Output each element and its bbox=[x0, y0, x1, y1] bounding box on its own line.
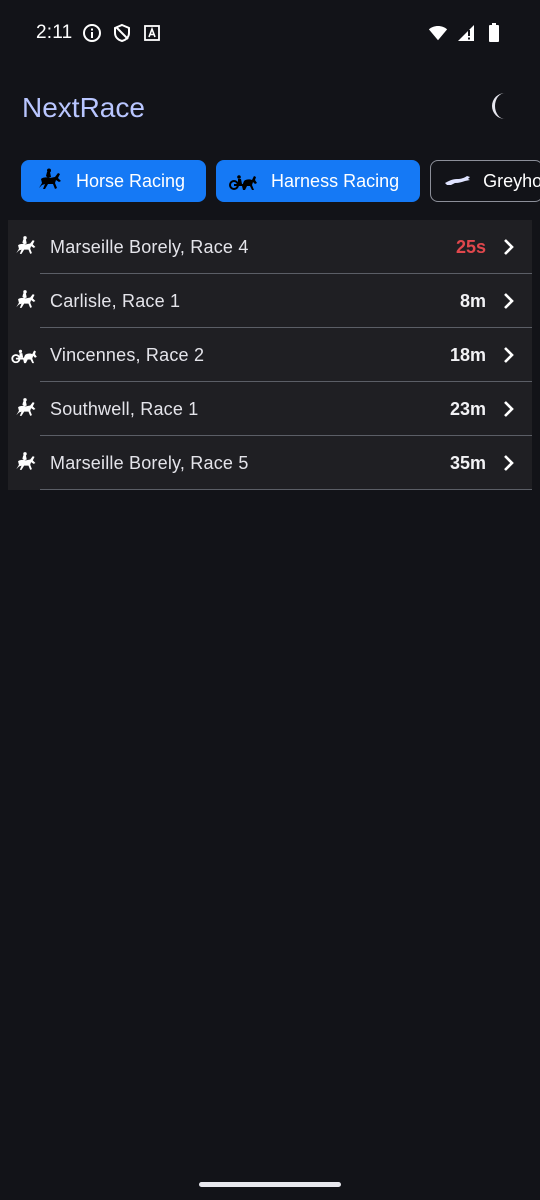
moon-icon bbox=[487, 92, 513, 125]
race-row[interactable]: Carlisle, Race 1 8m bbox=[8, 274, 532, 328]
screen: 2:11 NextRace Horse Racing Harness Racin… bbox=[0, 0, 540, 1200]
race-countdown: 8m bbox=[459, 290, 486, 311]
race-name: Vincennes, Race 2 bbox=[50, 344, 205, 365]
chevron-right-icon bbox=[486, 454, 532, 472]
status-time: 2:11 bbox=[36, 22, 73, 43]
status-right bbox=[428, 23, 504, 43]
horse-rider-icon bbox=[8, 397, 40, 421]
race-list: Marseille Borely, Race 4 25s Carlisle, R… bbox=[8, 220, 532, 490]
race-name: Southwell, Race 1 bbox=[50, 398, 199, 419]
gesture-navigation-bar[interactable] bbox=[199, 1182, 341, 1187]
chevron-right-icon bbox=[486, 238, 532, 256]
horse-rider-icon bbox=[34, 168, 64, 194]
status-bar: 2:11 bbox=[0, 0, 540, 66]
sport-filter-chips: Horse Racing Harness Racing Greyho bbox=[21, 160, 540, 202]
horse-rider-icon bbox=[8, 235, 40, 259]
divider bbox=[40, 489, 532, 490]
harness-cart-icon bbox=[8, 345, 40, 365]
chip-greyhound-racing[interactable]: Greyho bbox=[430, 160, 540, 202]
greyhound-icon bbox=[443, 173, 471, 189]
app-title: NextRace bbox=[22, 92, 145, 123]
chip-harness-racing[interactable]: Harness Racing bbox=[216, 160, 421, 202]
race-countdown: 23m bbox=[449, 398, 486, 419]
signal-icon bbox=[456, 23, 476, 43]
font-icon bbox=[142, 23, 162, 43]
battery-icon bbox=[484, 23, 504, 43]
race-row[interactable]: Vincennes, Race 2 18m bbox=[8, 328, 532, 382]
chevron-right-icon bbox=[486, 346, 532, 364]
app-bar: NextRace bbox=[0, 76, 540, 140]
chip-label: Harness Racing bbox=[271, 170, 400, 191]
chip-label: Horse Racing bbox=[76, 170, 186, 191]
race-row[interactable]: Southwell, Race 1 23m bbox=[8, 382, 532, 436]
chip-label: Greyho bbox=[483, 170, 540, 191]
chip-horse-racing[interactable]: Horse Racing bbox=[21, 160, 207, 202]
race-countdown: 18m bbox=[449, 344, 486, 365]
race-name: Carlisle, Race 1 bbox=[50, 290, 181, 311]
status-left: 2:11 bbox=[36, 22, 162, 44]
chevron-right-icon bbox=[486, 292, 532, 310]
harness-cart-icon bbox=[229, 170, 259, 192]
race-name: Marseille Borely, Race 4 bbox=[50, 236, 249, 257]
theme-toggle-button[interactable] bbox=[478, 86, 522, 130]
horse-rider-icon bbox=[8, 451, 40, 475]
wifi-icon bbox=[428, 23, 448, 43]
shield-icon bbox=[112, 23, 132, 43]
race-countdown: 25s bbox=[455, 236, 486, 257]
race-countdown: 35m bbox=[449, 452, 486, 473]
horse-rider-icon bbox=[8, 289, 40, 313]
race-name: Marseille Borely, Race 5 bbox=[50, 452, 249, 473]
chevron-right-icon bbox=[486, 400, 532, 418]
race-row[interactable]: Marseille Borely, Race 4 25s bbox=[8, 220, 532, 274]
race-row[interactable]: Marseille Borely, Race 5 35m bbox=[8, 436, 532, 490]
info-icon bbox=[82, 23, 102, 43]
